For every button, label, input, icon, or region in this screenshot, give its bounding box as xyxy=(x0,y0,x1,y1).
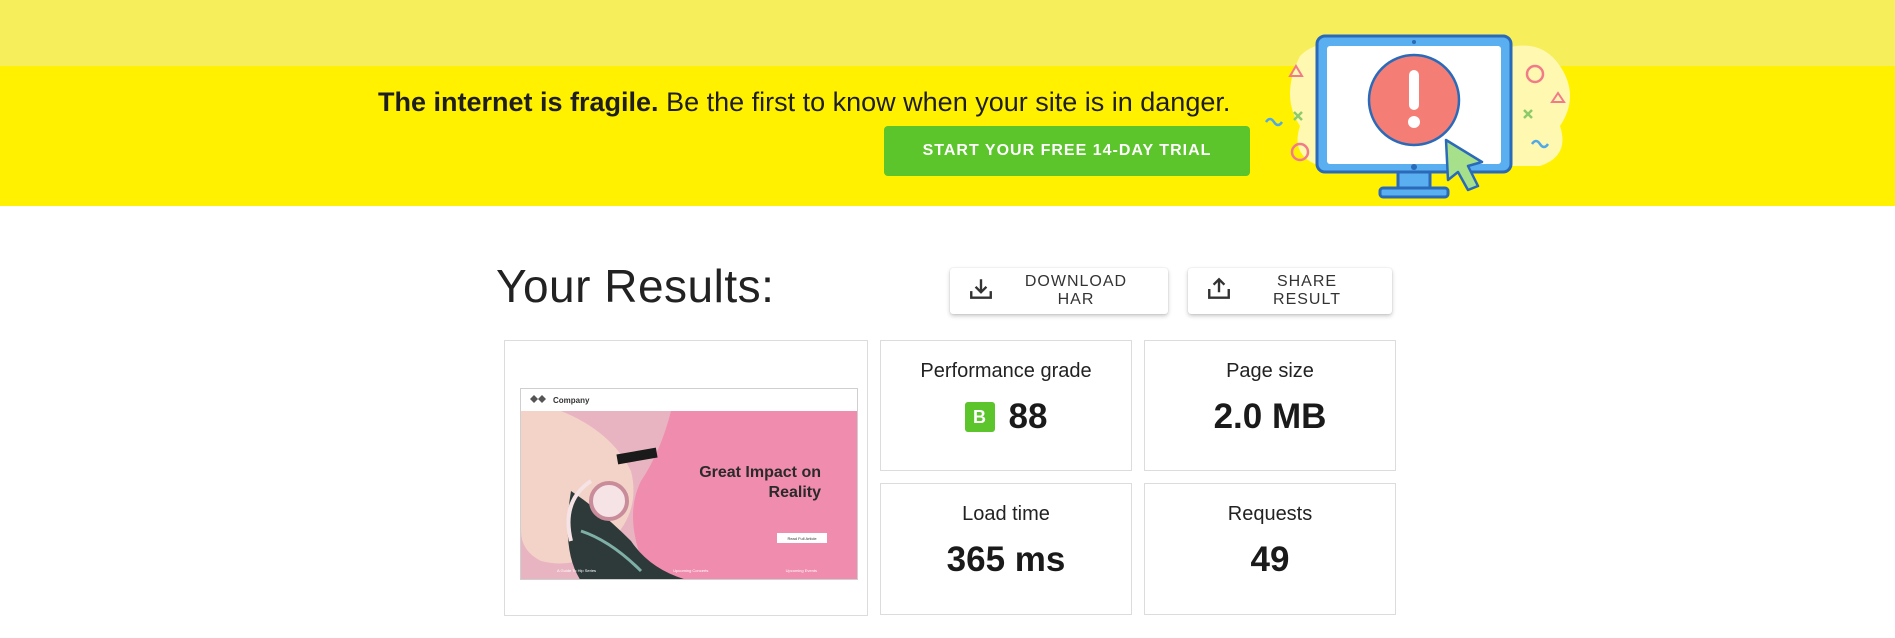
screenshot-footer-link: Upcoming Concerts xyxy=(673,568,709,573)
screenshot-logo-text: Company xyxy=(553,395,590,405)
banner-headline-bold: The internet is fragile. xyxy=(378,87,659,117)
requests-card: Requests 49 xyxy=(1144,483,1396,615)
monitor-alert-icon xyxy=(1260,26,1580,212)
load-time-value: 365 ms xyxy=(946,540,1066,579)
share-result-label: SHARE RESULT xyxy=(1273,273,1341,308)
start-trial-button[interactable]: START YOUR FREE 14-DAY TRIAL xyxy=(884,126,1250,176)
screenshot-footer: A Guide To Hip Series Upcoming Concerts … xyxy=(557,568,817,573)
performance-grade-card: Performance grade B 88 xyxy=(880,340,1132,471)
load-time-card: Load time 365 ms xyxy=(880,483,1132,615)
banner-headline-rest: Be the first to know when your site is i… xyxy=(658,87,1231,117)
company-logo-icon xyxy=(529,391,549,409)
performance-grade-label: Performance grade xyxy=(920,360,1092,382)
grade-badge: B xyxy=(964,402,995,432)
download-har-label: DOWNLOAD HAR xyxy=(1024,273,1128,308)
results-title: Your Results: xyxy=(496,260,775,312)
page-size-value: 2.0 MB xyxy=(1213,397,1327,436)
screenshot-footer-link: Upcoming Events xyxy=(785,568,817,573)
page-size-card: Page size 2.0 MB xyxy=(1144,340,1396,471)
page-screenshot: Company Great Impact on Reality Read Ful… xyxy=(520,388,858,580)
performance-grade-value-row: B 88 xyxy=(964,397,1048,437)
page-size-label: Page size xyxy=(1226,360,1314,382)
download-icon xyxy=(968,276,994,307)
screenshot-cta: Read Full Article xyxy=(777,533,827,543)
download-har-button[interactable]: DOWNLOAD HAR xyxy=(950,268,1168,314)
load-time-label: Load time xyxy=(962,503,1050,525)
requests-value: 49 xyxy=(1250,540,1290,579)
top-strip xyxy=(0,0,1895,66)
screenshot-hero: Great Impact on Reality Read Full Articl… xyxy=(521,411,857,579)
page-screenshot-card: Company Great Impact on Reality Read Ful… xyxy=(504,340,868,616)
requests-label: Requests xyxy=(1227,503,1313,525)
banner-headline: The internet is fragile. Be the first to… xyxy=(378,86,1250,118)
performance-score: 88 xyxy=(1008,397,1048,436)
share-result-button[interactable]: SHARE RESULT xyxy=(1188,268,1392,314)
screenshot-headline: Great Impact on Reality xyxy=(699,464,821,501)
share-icon xyxy=(1206,276,1232,307)
screenshot-header: Company xyxy=(521,389,857,411)
screenshot-footer-link: A Guide To Hip Series xyxy=(557,568,597,573)
